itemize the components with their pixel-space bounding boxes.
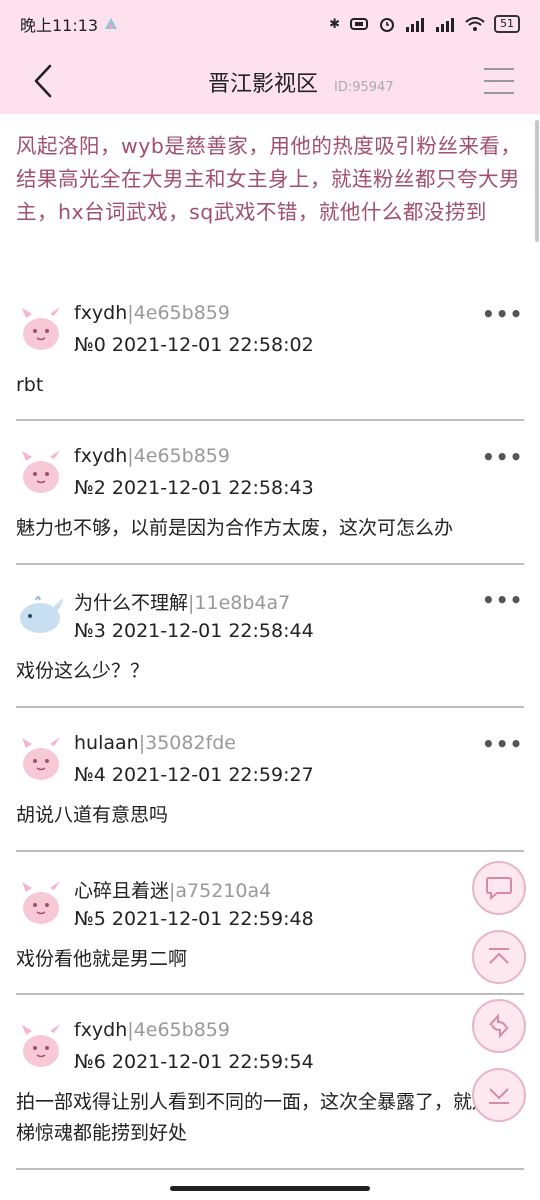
post-meta: №5 2021-12-01 22:59:48 [74,908,314,930]
avatar[interactable] [16,734,66,784]
divider [16,1168,524,1170]
user-id: |4e65b859 [127,445,230,467]
post-username[interactable]: fxydh|4e65b859 [74,302,230,324]
signal-icon [406,18,424,32]
menu-button[interactable] [484,68,514,96]
avatar[interactable] [16,1021,66,1071]
scroll-bottom-icon [489,1088,509,1104]
post-meta: №0 2021-12-01 22:58:02 [74,334,314,356]
divider [16,419,524,421]
user-id: |a75210a4 [169,880,272,902]
board-id: ID:95947 [334,80,394,95]
pink-creature-icon [22,307,60,350]
post-body: 戏份这么少？？ [16,660,150,682]
divider [16,563,524,565]
username: hulaan [74,732,139,754]
refresh-icon [489,1013,509,1039]
pink-creature-icon [22,737,60,780]
post-username[interactable]: 为什么不理解|11e8b4a7 [74,588,290,615]
username: 心碎且着迷 [74,880,170,902]
alarm-icon [380,18,394,32]
post-username[interactable]: fxydh|4e65b859 [74,1019,230,1041]
avatar[interactable] [16,590,66,640]
post-meta: №3 2021-12-01 22:58:44 [74,620,314,642]
more-options-button[interactable]: ••• [482,732,523,756]
pink-creature-icon [22,450,60,493]
divider [16,706,524,708]
whale-icon [20,596,63,633]
bluetooth-icon: ✱ [329,16,340,32]
menu-line [484,80,514,82]
post-body: 戏份看他就是男二啊 [16,948,188,970]
vibrate-icon [350,18,368,30]
pink-creature-icon [22,1024,60,1067]
signal-icon-2 [436,18,454,32]
post-body: 胡说八道有意思吗 [16,804,169,826]
wifi-icon [465,17,485,31]
menu-line [484,92,514,94]
avatar[interactable] [16,304,66,354]
page-title: 晋江影视区 [208,72,319,97]
status-icons: ✱ 51 [329,15,520,33]
post-body: 拍一部戏得让别人看到不同的一面，这次全暴露了，就连电梯惊魂都能捞到好处 [16,1091,511,1144]
post-meta: №6 2021-12-01 22:59:54 [74,1051,314,1073]
user-id: |4e65b859 [127,302,230,324]
more-options-button[interactable]: ••• [482,302,523,326]
post-meta: №2 2021-12-01 22:58:43 [74,477,314,499]
comment-button[interactable] [472,861,526,915]
post-username[interactable]: hulaan|35082fde [74,732,236,754]
refresh-button[interactable] [472,999,526,1053]
divider [16,993,524,995]
pink-creature-icon [22,881,60,924]
user-id: |35082fde [138,732,236,754]
status-bar: 晚上11:13 ✱ 51 [0,0,540,48]
scroll-top-button[interactable] [472,930,526,984]
app-notification-icon [105,18,118,29]
menu-line [484,68,514,70]
post-username[interactable]: fxydh|4e65b859 [74,445,230,467]
status-time-group: 晚上11:13 [20,12,118,36]
user-id: |11e8b4a7 [188,592,291,614]
more-options-button[interactable]: ••• [482,588,523,612]
back-button[interactable] [26,62,66,102]
divider [16,850,524,852]
post-username[interactable]: 心碎且着迷|a75210a4 [74,876,271,903]
scrollbar[interactable] [535,120,539,242]
username: fxydh [74,1019,128,1041]
username: fxydh [74,302,128,324]
thread-title: 风起洛阳，wyb是慈善家，用他的热度吸引粉丝来看，结果高光全在大男主和女主身上，… [16,134,522,224]
status-time: 晚上11:13 [20,16,99,35]
avatar[interactable] [16,878,66,928]
app-header: 晋江影视区 ID:95947 [0,48,540,114]
home-indicator[interactable] [170,1186,370,1191]
post-meta: №4 2021-12-01 22:59:27 [74,764,314,786]
user-id: |4e65b859 [127,1019,230,1041]
avatar[interactable] [16,447,66,497]
post-body: 魅力也不够，以前是因为合作方太废，这次可怎么办 [16,517,454,539]
post-body: rbt [16,374,44,396]
scroll-bottom-button[interactable] [472,1068,526,1122]
more-options-button[interactable]: ••• [482,445,523,469]
comment-icon [486,877,512,901]
username: fxydh [74,445,128,467]
scroll-top-icon [489,948,509,964]
header-title-group: 晋江影视区 ID:95947 [208,66,394,98]
chevron-left-icon [34,64,52,98]
username: 为什么不理解 [74,592,189,614]
battery-indicator: 51 [494,15,520,33]
